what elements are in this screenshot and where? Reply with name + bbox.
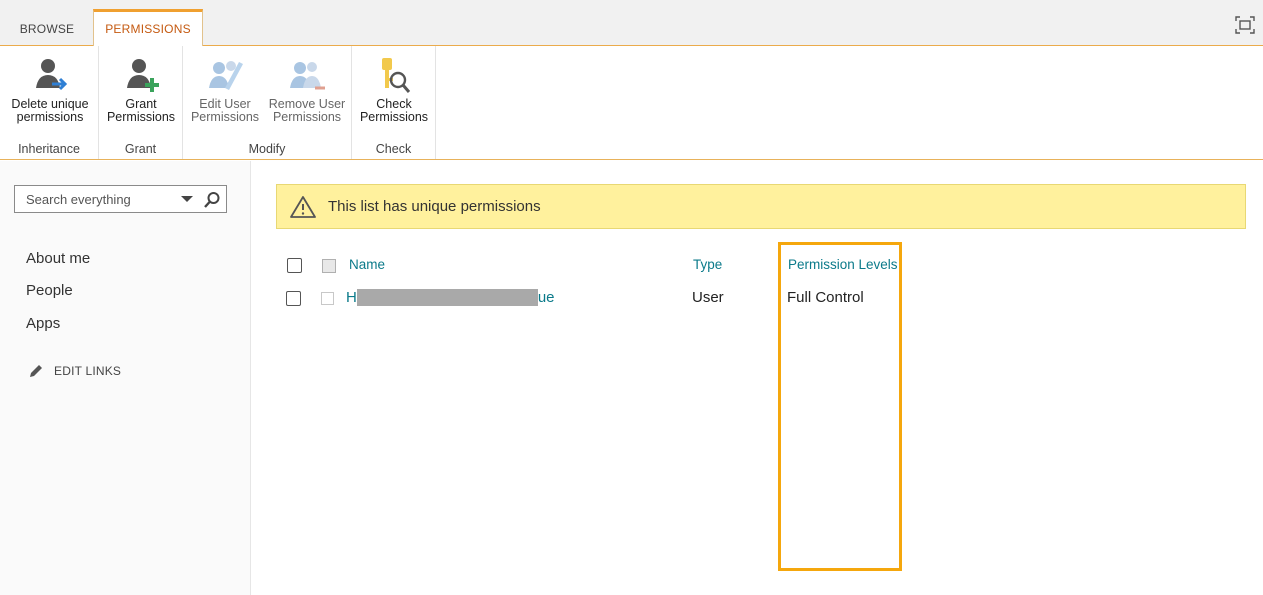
select-all-checkbox[interactable] bbox=[287, 258, 302, 273]
edit-links-label: EDIT LINKS bbox=[54, 364, 122, 378]
redacted-name-block bbox=[357, 289, 538, 306]
edit-links-button[interactable]: EDIT LINKS bbox=[28, 363, 121, 379]
nav-item-about-me[interactable]: About me bbox=[26, 250, 90, 267]
warning-icon bbox=[290, 195, 316, 218]
unique-permissions-banner: This list has unique permissions bbox=[276, 184, 1246, 229]
left-navigation: About me People Apps EDIT LINKS bbox=[0, 161, 251, 595]
group-label-inheritance: Inheritance bbox=[18, 142, 80, 156]
grant-permissions-label: Grant Permissions bbox=[106, 97, 176, 124]
nav-item-apps[interactable]: Apps bbox=[26, 315, 60, 332]
row-select-checkbox[interactable] bbox=[286, 291, 301, 306]
nav-item-people[interactable]: People bbox=[26, 282, 73, 299]
delete-permissions-icon bbox=[36, 59, 68, 91]
tab-permissions[interactable]: PERMISSIONS bbox=[93, 9, 203, 46]
search-scope-dropdown-icon[interactable] bbox=[181, 196, 193, 202]
group-label-modify: Modify bbox=[248, 142, 286, 156]
check-permissions-label: Check Permissions bbox=[359, 97, 429, 124]
remove-user-permissions-button[interactable]: Remove User Permissions bbox=[265, 54, 349, 124]
group-label-grant: Grant bbox=[124, 142, 157, 156]
pencil-icon bbox=[30, 365, 42, 377]
tab-browse[interactable]: BROWSE bbox=[0, 12, 94, 46]
column-header-type[interactable]: Type bbox=[693, 257, 722, 272]
edit-user-permissions-button[interactable]: Edit User Permissions bbox=[187, 54, 263, 124]
search-input[interactable] bbox=[15, 186, 175, 212]
remove-user-permissions-icon bbox=[290, 62, 325, 90]
user-name-end: ue bbox=[537, 289, 555, 306]
group-check: Check Permissions Check bbox=[352, 46, 436, 159]
grant-permissions-button[interactable]: Grant Permissions bbox=[103, 54, 179, 124]
edit-user-permissions-label: Edit User Permissions bbox=[190, 97, 260, 124]
edit-user-permissions-icon bbox=[209, 61, 243, 90]
group-inheritance: Delete unique permissions Inheritance bbox=[0, 46, 99, 159]
permission-levels-highlight-box bbox=[778, 242, 902, 571]
ribbon: Delete unique permissions Inheritance Gr… bbox=[0, 46, 1263, 160]
row-item-checkbox[interactable] bbox=[321, 292, 334, 305]
header-item-checkbox[interactable] bbox=[322, 259, 336, 273]
check-permissions-icon bbox=[382, 58, 411, 93]
user-type-cell: User bbox=[692, 289, 724, 306]
search-box bbox=[14, 185, 227, 213]
remove-user-permissions-label: Remove User Permissions bbox=[268, 97, 346, 124]
group-label-check: Check bbox=[375, 142, 412, 156]
group-grant: Grant Permissions Grant bbox=[99, 46, 183, 159]
group-modify: Edit User Permissions Remove User Permis… bbox=[183, 46, 352, 159]
delete-unique-permissions-button[interactable]: Delete unique permissions bbox=[4, 54, 96, 124]
focus-on-content-icon[interactable] bbox=[1235, 16, 1255, 34]
check-permissions-button[interactable]: Check Permissions bbox=[356, 54, 432, 124]
grant-permissions-icon bbox=[127, 59, 159, 92]
column-header-name[interactable]: Name bbox=[349, 257, 385, 272]
banner-message: This list has unique permissions bbox=[328, 198, 541, 215]
user-name-start: H bbox=[346, 289, 357, 306]
delete-unique-permissions-label: Delete unique permissions bbox=[11, 97, 89, 124]
ribbon-tab-bar: BROWSE PERMISSIONS bbox=[0, 0, 1263, 46]
search-icon[interactable] bbox=[203, 191, 221, 209]
